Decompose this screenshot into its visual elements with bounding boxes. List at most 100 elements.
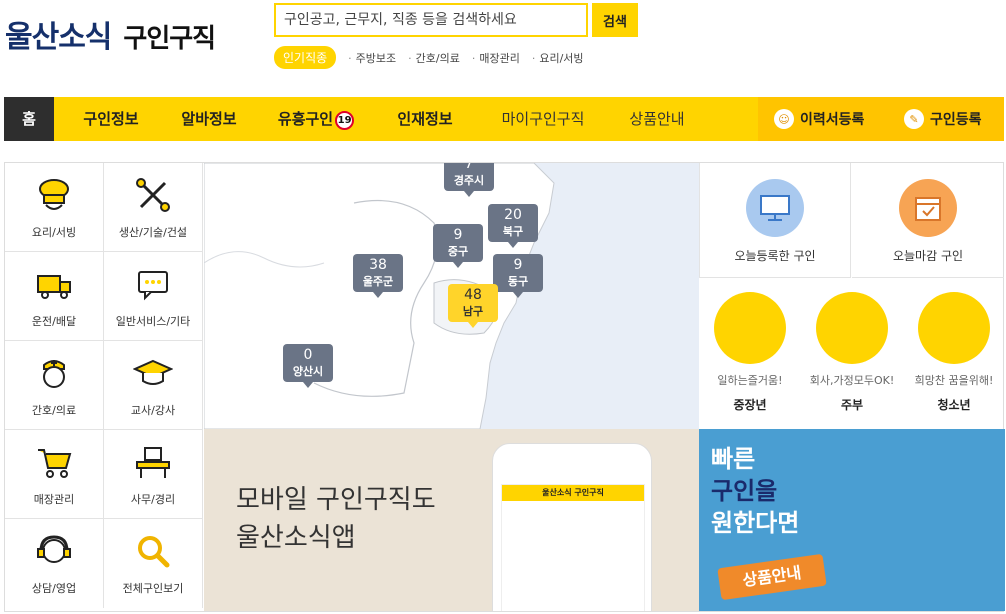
map-pin-count: 9 [453,227,463,243]
map-pin-name: 중구 [447,245,469,258]
nav-actions: ☺ 이력서등록 ✎ 구인등록 [758,97,1004,141]
site-logo[interactable]: 울산소식 구인구직 [5,12,216,56]
search-input[interactable] [276,5,586,35]
map-pin-junggu[interactable]: 9 중구 [433,224,483,268]
category-label: 상담/영업 [31,582,77,595]
persona-name: 주부 [840,398,864,412]
today-registered-label: 오늘등록한 구인 [734,249,816,263]
ad-line2: 구인을 [711,477,778,505]
persona-youth[interactable]: 희망찬 꿈을위해! 청소년 [903,278,1005,428]
chat-icon [138,271,168,301]
map-pin-name: 경주시 [453,174,485,187]
nurse-icon [43,360,65,388]
category-label: 일반서비스/기타 [115,315,191,328]
popular-keyword[interactable]: 매장관리 [472,50,519,66]
map-pin-namgu[interactable]: 48 남구 [448,284,498,328]
category-label: 전체구인보기 [122,582,184,595]
today-links: 오늘등록한 구인 오늘마감 구인 [699,163,1005,278]
category-store-management[interactable]: 매장관리 [5,430,104,519]
edit-icon: ✎ [904,109,924,129]
map-pin-gyeongju[interactable]: 7 경주시 [444,163,494,197]
category-nursing-medical[interactable]: 간호/의료 [5,341,104,430]
persona-middle-aged[interactable]: 일하는즐거움! 중장년 [699,278,801,428]
logo-brand: 울산소식 [5,20,112,55]
adult-19-badge: 19 [335,111,355,130]
tools-icon [136,178,170,212]
resume-register-button[interactable]: ☺ 이력서등록 [774,97,864,141]
mobile-app-banner[interactable]: 모바일 구인구직도 울산소식앱 울산소식 구인구직 [204,429,699,611]
popular-badge: 인기직종 [274,46,337,69]
phone-mockup: 울산소식 구인구직 [492,443,652,611]
ad-line1: 빠른 [711,445,756,473]
nav-my-page[interactable]: 마이구인구직 [484,97,602,141]
category-view-all[interactable]: 전체구인보기 [104,519,203,608]
persona-tagline: 일하는즐거움! [717,374,783,387]
product-ad-banner[interactable]: 빠른 구인을 원한다면 상품안내 [699,429,1005,611]
search-button[interactable]: 검색 [592,3,638,37]
job-post-label: 구인등록 [930,112,982,128]
calendar-icon [899,179,957,237]
map-pin-bukgu[interactable]: 20 북구 [488,204,538,248]
map-pin-count: 48 [464,287,482,303]
map-pin-ulju[interactable]: 38 울주군 [353,254,403,298]
persona-housewife[interactable]: 회사,가정모두OK! 주부 [801,278,903,428]
category-production-tech[interactable]: 생산/기술/건설 [104,163,203,252]
map-pin-name: 울주군 [362,275,394,288]
persona-name: 중장년 [733,398,767,412]
app-banner-line1: 모바일 구인구직도 [236,485,436,515]
category-consulting-sales[interactable]: 상담/영업 [5,519,104,608]
logo-subtitle: 구인구직 [123,24,216,54]
nav-products[interactable]: 상품안내 [610,97,704,141]
popular-keyword[interactable]: 간호/의료 [408,50,460,66]
graduation-cap-icon [133,359,173,385]
category-driving-delivery[interactable]: 운전/배달 [5,252,104,341]
chef-icon [39,179,69,210]
category-teacher[interactable]: 교사/강사 [104,341,203,430]
category-office-accounting[interactable]: 사무/경리 [104,430,203,519]
job-post-button[interactable]: ✎ 구인등록 [904,97,982,141]
map-pin-name: 북구 [502,225,524,238]
youth-avatar [918,292,990,364]
ad-product-button[interactable]: 상품안내 [717,553,827,601]
map-pin-count: 9 [513,257,523,273]
today-deadline-link[interactable]: 오늘마감 구인 [852,163,1004,278]
truck-icon [37,275,71,299]
category-cooking-serving[interactable]: 요리/서빙 [5,163,104,252]
category-label: 사무/경리 [130,493,176,506]
popular-keyword[interactable]: 주방보조 [348,50,396,66]
nav-talent-info[interactable]: 인재정보 [380,97,470,141]
today-registered-link[interactable]: 오늘등록한 구인 [699,163,851,278]
app-banner-line2: 울산소식앱 [236,523,356,553]
cart-icon [38,449,72,478]
nav-parttime-info[interactable]: 알바정보 [164,97,254,141]
category-general-service[interactable]: 일반서비스/기타 [104,252,203,341]
map-pin-name: 남구 [462,305,484,318]
resume-register-label: 이력서등록 [800,112,865,128]
search-icon [138,536,170,568]
map-pin-count: 38 [369,257,387,273]
nav-job-info[interactable]: 구인정보 [66,97,156,141]
map-pin-name: 동구 [507,275,529,288]
nav-nightlife-jobs[interactable]: 유흥구인 19 [266,97,366,141]
map-pin-count: 0 [303,347,313,363]
headset-icon [37,535,71,563]
ad-line3: 원한다면 [711,509,800,537]
category-label: 생산/기술/건설 [118,226,188,239]
map-pin-name: 양산시 [292,365,324,378]
category-label: 요리/서빙 [31,226,77,239]
region-map: 7 경주시 20 북구 9 중구 9 동구 38 울주군 48 남구 0 양산시 [204,163,699,429]
desk-icon [136,447,170,478]
category-label: 간호/의료 [31,404,77,417]
persona-tagline: 회사,가정모두OK! [809,374,895,387]
popular-keyword[interactable]: 요리/서빙 [532,50,583,66]
today-deadline-label: 오늘마감 구인 [892,249,964,263]
main-nav: 홈 구인정보 알바정보 유흥구인 19 인재정보 마이구인구직 상품안내 ☺ 이력… [4,97,1004,141]
phone-screen-title: 울산소식 구인구직 [502,485,644,501]
main-content: 요리/서빙 생산/기술/건설 운전/배달 일반서비스/기타 간호/의료 교사/강… [4,162,1005,612]
nav-home[interactable]: 홈 [4,97,54,141]
monitor-icon [746,179,804,237]
middle-aged-man-avatar [714,292,786,364]
map-pin-yangsan[interactable]: 0 양산시 [283,344,333,388]
map-pin-donggu[interactable]: 9 동구 [493,254,543,298]
persona-tagline: 희망찬 꿈을위해! [914,374,994,387]
